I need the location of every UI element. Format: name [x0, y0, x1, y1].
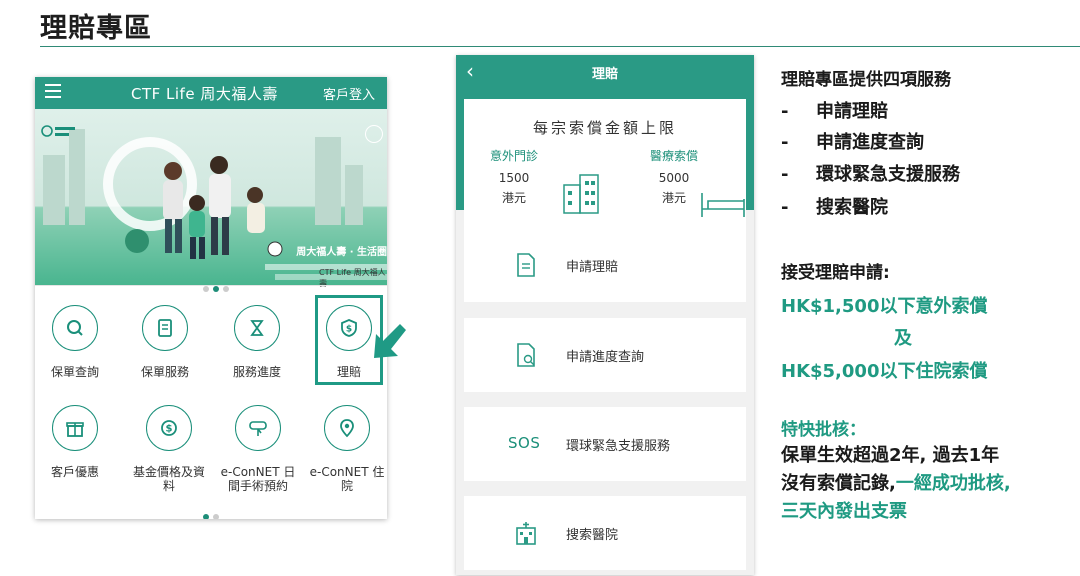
home-app-screen: CTF Life 周大福人壽 客戶登入 周大福人壽 · 生活圈 CTF Life…: [35, 77, 387, 519]
fast-approval-condition: 保單生效超過2年, 過去1年: [781, 445, 1000, 466]
tile-policy-inquiry[interactable]: 保單查詢: [39, 305, 111, 379]
pause-icon[interactable]: [365, 125, 383, 143]
tile-label: 基金價格及資料: [132, 465, 205, 493]
service-claim-status[interactable]: 申請進度查詢: [464, 318, 746, 392]
tile-label: e-ConNET 日間手術預約: [220, 465, 296, 493]
fast-approval-heading: 特快批核：: [781, 420, 866, 440]
tile-label: 保單服務: [140, 365, 189, 379]
outpatient-unit: 港元: [501, 191, 526, 205]
outpatient-amount: 1500: [498, 171, 530, 185]
service-label: 搜索醫院: [566, 528, 619, 543]
service-bullet: - 申請理賠: [781, 101, 888, 122]
services-heading: 理賠專區提供四項服務: [781, 70, 951, 90]
tile-policy-service[interactable]: 保單服務: [129, 305, 201, 379]
policy-document-icon: [158, 319, 172, 337]
outpatient-label: 意外門診: [489, 149, 538, 163]
tile-label: 保單查詢: [50, 365, 99, 379]
service-apply-claim[interactable]: 申請理賠: [464, 228, 746, 302]
medical-amount: 5000: [658, 171, 690, 185]
book-click-icon: [249, 421, 267, 436]
circle-logo-icon: [41, 125, 75, 137]
tile-service-progress[interactable]: 服務進度: [221, 305, 293, 379]
brand-logo: CTF Life 周大福人壽: [131, 85, 278, 103]
tile-fund-prices[interactable]: $ 基金價格及資料: [129, 405, 209, 493]
location-pin-icon: [340, 419, 354, 438]
tile-label: 客戶優惠: [50, 465, 99, 479]
tile-label: 服務進度: [232, 365, 281, 379]
dollar-coin-icon: $: [161, 420, 177, 436]
banner-divider: [35, 285, 387, 286]
tile-econnet-day-surgery[interactable]: e-ConNET 日間手術預約: [215, 405, 301, 493]
accept-heading: 接受理賠申請:: [781, 263, 890, 283]
service-search-hospital[interactable]: 搜索醫院: [464, 496, 746, 570]
hamburger-menu-icon[interactable]: [45, 84, 61, 98]
pointer-arrow-icon: [374, 324, 406, 358]
sos-icon: SOS: [508, 434, 541, 452]
accept-hospital-limit: HK$5,000以下住院索償: [781, 361, 988, 382]
banner-pagination[interactable]: [201, 277, 231, 296]
accept-and: 及: [894, 328, 912, 349]
title-divider: [40, 46, 1080, 47]
grid-pagination[interactable]: [201, 505, 221, 519]
service-label: 環球緊急支援服務: [566, 439, 671, 454]
hospital-icon: [516, 522, 536, 545]
limit-card-title: 每宗索償金額上限: [532, 119, 677, 137]
document-icon: [517, 253, 535, 277]
document-search-icon: [517, 343, 535, 367]
medical-label: 醫療索償: [649, 149, 698, 163]
login-button[interactable]: 客戶登入: [323, 84, 375, 103]
outpatient-limit: 意外門診 1500 港元: [474, 147, 554, 206]
svg-text:$: $: [166, 424, 173, 435]
page-title: 理賠專區: [40, 13, 152, 44]
fast-approval-detail: 沒有索償記錄,一經成功批核,: [781, 473, 1011, 494]
service-global-emergency[interactable]: SOS 環球緊急支援服務: [464, 407, 746, 481]
service-label: 申請理賠: [566, 260, 619, 275]
tile-econnet-hospital[interactable]: e-ConNET 住院: [307, 405, 387, 493]
promo-banner[interactable]: 周大福人壽 · 生活圈: [35, 109, 387, 285]
service-bullet: - 環球緊急支援服務: [781, 164, 960, 185]
claims-screen-title: 理賠: [591, 67, 618, 82]
accept-accident-limit: HK$1,500以下意外索償: [781, 296, 988, 317]
service-bullet: - 申請進度查詢: [781, 132, 924, 153]
search-icon: [67, 320, 83, 336]
service-bullet: - 搜索醫院: [781, 197, 888, 218]
hourglass-icon: [250, 320, 264, 336]
claims-app-screen: ‹ 理賠 每宗索償金額上限 意外門診 1500 港元 醫療索償 5000 港元: [456, 55, 754, 575]
building-icon: [563, 174, 599, 214]
gift-icon: [66, 422, 84, 437]
fast-approval-cheque: 三天內發出支票: [781, 501, 907, 522]
tile-label: e-ConNET 住院: [309, 465, 385, 493]
tile-customer-offers[interactable]: 客戶優惠: [39, 405, 111, 479]
service-label: 申請進度查詢: [566, 350, 645, 365]
bed-icon: [701, 193, 745, 217]
